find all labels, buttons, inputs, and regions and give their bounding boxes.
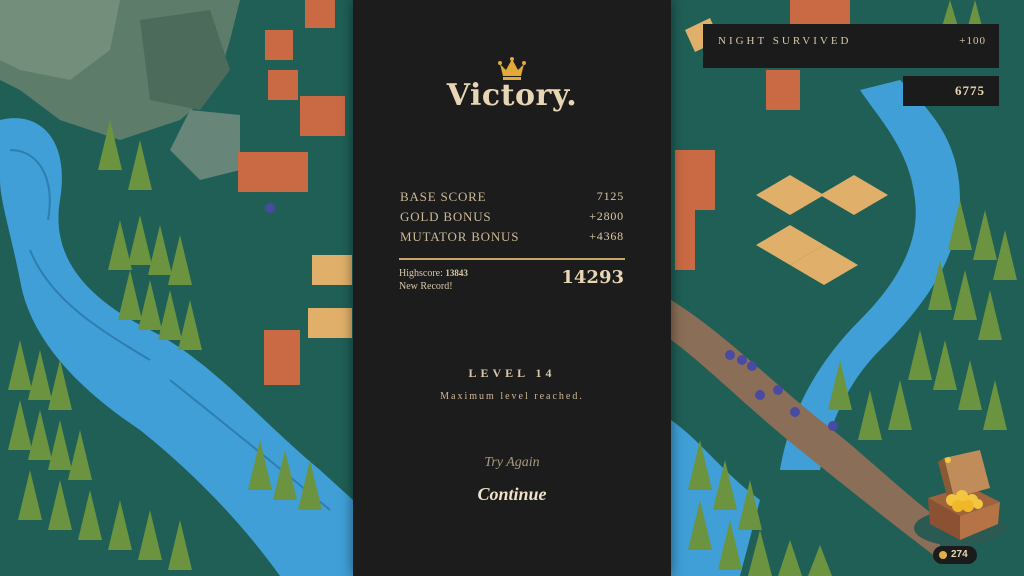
victory-panel: Victory. BASE SCORE 7125 GOLD BONUS +280… (353, 0, 671, 576)
score-value: +4368 (589, 229, 624, 243)
gold-value: 274 (951, 549, 968, 560)
night-survived-banner: NIGHT SURVIVED +100 (703, 24, 999, 68)
coin-icon (939, 551, 947, 559)
treasure-chest-icon (914, 450, 1006, 546)
try-again-button[interactable]: Try Again (353, 455, 671, 471)
level-subtitle: Maximum level reached. (440, 391, 584, 402)
score-label: BASE SCORE (400, 189, 487, 204)
score-label: MUTATOR BONUS (400, 229, 520, 244)
score-row-mutator: MUTATOR BONUS +4368 (400, 229, 624, 249)
total-score: 14293 (561, 267, 624, 288)
score-divider (399, 258, 625, 260)
score-row-gold: GOLD BONUS +2800 (400, 209, 624, 229)
highscore-label: Highscore: (399, 268, 443, 279)
score-value: 7125 (596, 189, 624, 203)
highscore-value: 13843 (445, 268, 468, 278)
current-score-value: 6775 (955, 83, 985, 98)
victory-title: Victory. (446, 78, 578, 113)
night-survived-label: NIGHT SURVIVED (718, 35, 852, 47)
score-value: +2800 (589, 209, 624, 223)
night-survived-bonus: +100 (959, 35, 986, 47)
current-score: 6775 (903, 76, 999, 106)
score-row-base: BASE SCORE 7125 (400, 189, 624, 209)
new-record-label: New Record! (399, 281, 453, 292)
gold-counter: 274 (933, 546, 977, 564)
continue-button[interactable]: Continue (353, 484, 671, 505)
highscore: Highscore: 13843 (399, 268, 468, 279)
level-label: LEVEL 14 (468, 366, 556, 380)
score-label: GOLD BONUS (400, 209, 492, 224)
